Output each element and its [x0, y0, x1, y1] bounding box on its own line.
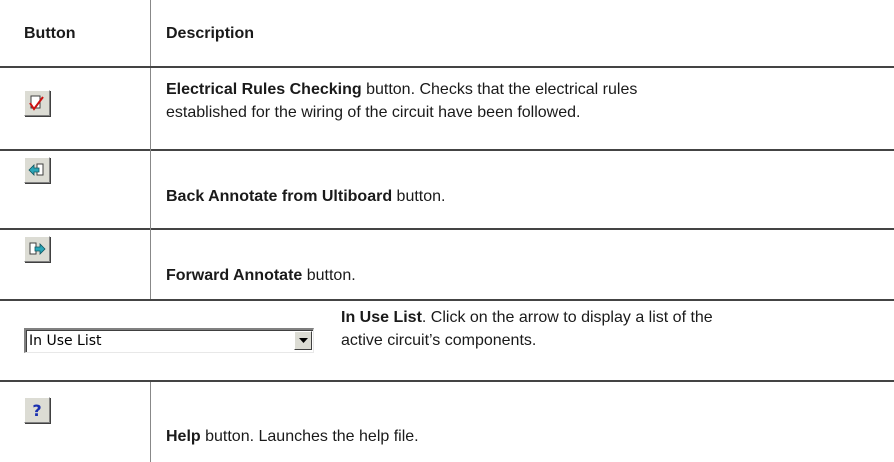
electrical-rules-checking-button[interactable] [24, 90, 50, 116]
back-annotate-button[interactable] [24, 157, 50, 183]
row-divider [0, 299, 894, 301]
svg-text:?: ? [32, 401, 41, 419]
help-button[interactable]: ? [24, 397, 50, 423]
erc-icon [29, 95, 44, 111]
header-button: Button [24, 25, 76, 42]
help-description: Help button. Launches the help file. [166, 428, 419, 445]
help-icon: ? [32, 401, 41, 419]
button-description-table: Button Description Electrical Rules Chec… [0, 0, 894, 462]
forward-annotate-description: Forward Annotate button. [166, 267, 356, 284]
help-title: Help [166, 428, 201, 445]
in-use-list-description: In Use List. Click on the arrow to displ… [341, 309, 713, 349]
in-use-list-dropdown[interactable]: In Use List [24, 328, 314, 353]
back-annotate-icon [28, 163, 44, 176]
column-divider [150, 382, 151, 462]
back-annotate-description: Back Annotate from Ultiboard button. [166, 188, 446, 205]
header-description: Description [166, 25, 255, 42]
chevron-down-icon [298, 337, 308, 343]
row-divider [0, 380, 894, 382]
back-annotate-title: Back Annotate from Ultiboard [166, 188, 393, 205]
row-divider [0, 66, 894, 68]
column-divider [150, 0, 151, 66]
in-use-list-title: In Use List [341, 309, 422, 326]
row-divider [0, 228, 894, 230]
dropdown-arrow-button[interactable] [294, 331, 312, 350]
forward-annotate-title: Forward Annotate [166, 267, 303, 284]
in-use-list-value: In Use List [29, 333, 102, 349]
erc-title: Electrical Rules Checking [166, 81, 362, 98]
column-divider [150, 68, 151, 299]
forward-annotate-button[interactable] [24, 236, 50, 262]
erc-description: Electrical Rules Checking button. Checks… [166, 81, 638, 121]
row-divider [0, 149, 894, 151]
forward-annotate-icon [29, 242, 46, 255]
